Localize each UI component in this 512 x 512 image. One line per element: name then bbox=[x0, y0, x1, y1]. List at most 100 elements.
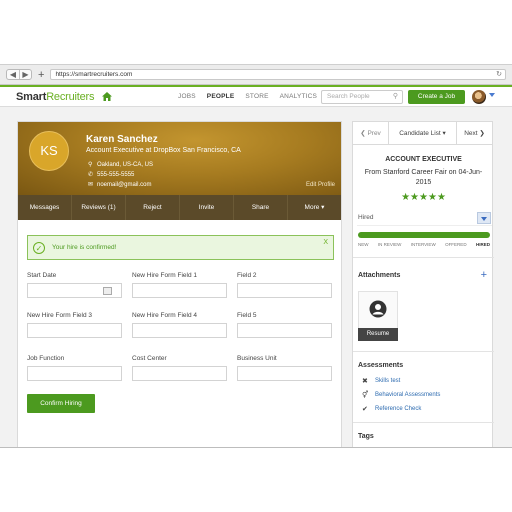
phone-icon: ✆ bbox=[88, 172, 94, 178]
assessment-skills-test[interactable]: ✖ Skills test bbox=[362, 377, 400, 385]
hiring-progress-bar bbox=[358, 232, 490, 238]
field-4-label: New Hire Form Field 4 bbox=[132, 312, 198, 319]
email-icon: ✉ bbox=[88, 182, 94, 188]
action-bar: Messages Reviews (1) Reject Invite Share… bbox=[18, 195, 341, 220]
candidate-phone: ✆ 555-555-5555 bbox=[88, 171, 135, 179]
add-attachment-button[interactable]: + bbox=[481, 270, 487, 281]
user-document-icon bbox=[369, 300, 387, 318]
divider bbox=[353, 351, 494, 352]
check-icon: ✔ bbox=[362, 406, 368, 413]
field-5-label: Field 5 bbox=[237, 312, 257, 319]
search-input[interactable]: Search People ⚲ bbox=[321, 90, 403, 104]
messages-button[interactable]: Messages bbox=[18, 195, 71, 220]
candidate-card: KS Karen Sanchez Account Executive at Dr… bbox=[17, 121, 342, 447]
job-function-input[interactable] bbox=[27, 366, 122, 381]
check-circle-icon: ✓ bbox=[33, 242, 45, 254]
stage-select[interactable]: Hired bbox=[357, 211, 492, 226]
attachments-title: Attachments bbox=[358, 272, 401, 279]
field-5-input[interactable] bbox=[237, 323, 332, 338]
next-button[interactable]: Next ❯ bbox=[457, 122, 492, 144]
browser-window: ◀ ▶ + https://smartrecruiters.com ↻ Smar… bbox=[0, 64, 512, 448]
chevron-down-icon[interactable] bbox=[489, 93, 495, 97]
stage-hired: HIRED bbox=[475, 242, 490, 247]
reject-button[interactable]: Reject bbox=[125, 195, 179, 220]
home-icon[interactable] bbox=[102, 92, 113, 101]
candidate-list-dropdown[interactable]: Candidate List ▾ bbox=[389, 122, 457, 144]
nav-store[interactable]: STORE bbox=[245, 91, 268, 103]
field-1-input[interactable] bbox=[132, 283, 227, 298]
field-3-label: New Hire Form Field 3 bbox=[27, 312, 93, 319]
logo[interactable]: SmartRecruiters bbox=[16, 90, 95, 103]
forward-button[interactable]: ▶ bbox=[19, 70, 31, 79]
search-placeholder: Search People bbox=[327, 93, 370, 100]
candidate-title: Account Executive at DropBox San Francis… bbox=[86, 147, 241, 154]
reviews-button[interactable]: Reviews (1) bbox=[71, 195, 125, 220]
divider bbox=[353, 422, 494, 423]
nav-analytics[interactable]: ANALYTICS bbox=[280, 91, 317, 103]
tags-title: Tags bbox=[358, 433, 374, 440]
stage-dropdown-button[interactable] bbox=[477, 212, 491, 224]
field-1-label: New Hire Form Field 1 bbox=[132, 272, 198, 279]
start-date-label: Start Date bbox=[27, 272, 57, 279]
logo-text-smart: Smart bbox=[16, 90, 47, 103]
stage-in-review: IN REVIEW bbox=[377, 242, 402, 247]
field-4-input[interactable] bbox=[132, 323, 227, 338]
create-job-button[interactable]: Create a Job bbox=[408, 90, 465, 104]
job-sidebar: ❮ Prev Candidate List ▾ Next ❯ ACCOUNT E… bbox=[352, 121, 494, 447]
profile-header: KS Karen Sanchez Account Executive at Dr… bbox=[18, 122, 341, 195]
location-text: Oakland, US-CA, US bbox=[97, 161, 154, 168]
top-navigation: JOBS PEOPLE STORE ANALYTICS bbox=[178, 91, 328, 103]
edit-profile-link[interactable]: Edit Profile bbox=[306, 182, 335, 188]
job-title[interactable]: ACCOUNT EXECUTIVE bbox=[353, 156, 494, 163]
history-buttons: ◀ ▶ bbox=[6, 69, 32, 80]
candidate-location: ⚲ Oakland, US-CA, US bbox=[88, 161, 154, 169]
assessment-label: Behavioral Assessments bbox=[375, 392, 441, 398]
location-pin-icon: ⚲ bbox=[88, 162, 93, 168]
hire-confirmation-alert: ✓ Your hire is confirmed! X bbox=[27, 235, 334, 260]
browser-toolbar: ◀ ▶ + https://smartrecruiters.com ↻ bbox=[0, 65, 512, 85]
search-icon: ⚲ bbox=[392, 93, 398, 100]
confirmation-message: Your hire is confirmed! bbox=[52, 244, 117, 251]
job-source: From Stanford Career Fair on 04-Jun-2015 bbox=[364, 169, 483, 186]
back-button[interactable]: ◀ bbox=[7, 70, 19, 79]
invite-button[interactable]: Invite bbox=[179, 195, 233, 220]
stage-interview: INTERVIEW bbox=[410, 242, 436, 247]
candidate-pager: ❮ Prev Candidate List ▾ Next ❯ bbox=[353, 122, 492, 145]
new-tab-button[interactable]: + bbox=[38, 69, 44, 80]
business-unit-input[interactable] bbox=[237, 366, 332, 381]
url-text: https://smartrecruiters.com bbox=[55, 71, 133, 78]
reload-icon[interactable]: ↻ bbox=[496, 70, 502, 80]
cost-center-input[interactable] bbox=[132, 366, 227, 381]
resume-thumbnail[interactable] bbox=[358, 291, 398, 331]
rating-stars[interactable]: ★★★★★ bbox=[353, 192, 494, 203]
assessments-title: Assessments bbox=[358, 362, 404, 369]
gender-icon: ⚥ bbox=[362, 392, 369, 399]
assessment-label: Skills test bbox=[375, 378, 401, 384]
candidate-avatar: KS bbox=[29, 131, 69, 171]
field-3-input[interactable] bbox=[27, 323, 122, 338]
nav-jobs[interactable]: JOBS bbox=[178, 91, 196, 103]
assessment-reference-check[interactable]: ✔ Reference Check bbox=[362, 405, 421, 413]
close-alert-button[interactable]: X bbox=[323, 239, 328, 246]
tools-icon: ✖ bbox=[362, 378, 368, 385]
email-text: noemail@gmail.com bbox=[97, 181, 152, 188]
assessment-behavioral[interactable]: ⚥ Behavioral Assessments bbox=[362, 391, 440, 399]
prev-button[interactable]: ❮ Prev bbox=[353, 122, 389, 144]
cost-center-label: Cost Center bbox=[132, 355, 167, 362]
business-unit-label: Business Unit bbox=[237, 355, 277, 362]
resume-button[interactable]: Resume bbox=[358, 328, 398, 341]
candidate-email[interactable]: ✉ noemail@gmail.com bbox=[88, 181, 152, 189]
user-avatar[interactable] bbox=[472, 90, 486, 104]
field-2-input[interactable] bbox=[237, 283, 332, 298]
stage-new: NEW bbox=[358, 242, 369, 247]
nav-people[interactable]: PEOPLE bbox=[207, 91, 235, 103]
more-button[interactable]: More ▾ bbox=[287, 195, 341, 220]
confirm-hiring-button[interactable]: Confirm Hiring bbox=[27, 394, 95, 413]
calendar-icon[interactable] bbox=[103, 287, 112, 295]
start-date-input[interactable] bbox=[27, 283, 122, 298]
share-button[interactable]: Share bbox=[233, 195, 287, 220]
assessment-label: Reference Check bbox=[375, 406, 422, 412]
app-header: SmartRecruiters JOBS PEOPLE STORE ANALYT… bbox=[0, 85, 512, 107]
address-bar[interactable]: https://smartrecruiters.com ↻ bbox=[50, 69, 506, 80]
phone-text: 555-555-5555 bbox=[97, 171, 135, 178]
